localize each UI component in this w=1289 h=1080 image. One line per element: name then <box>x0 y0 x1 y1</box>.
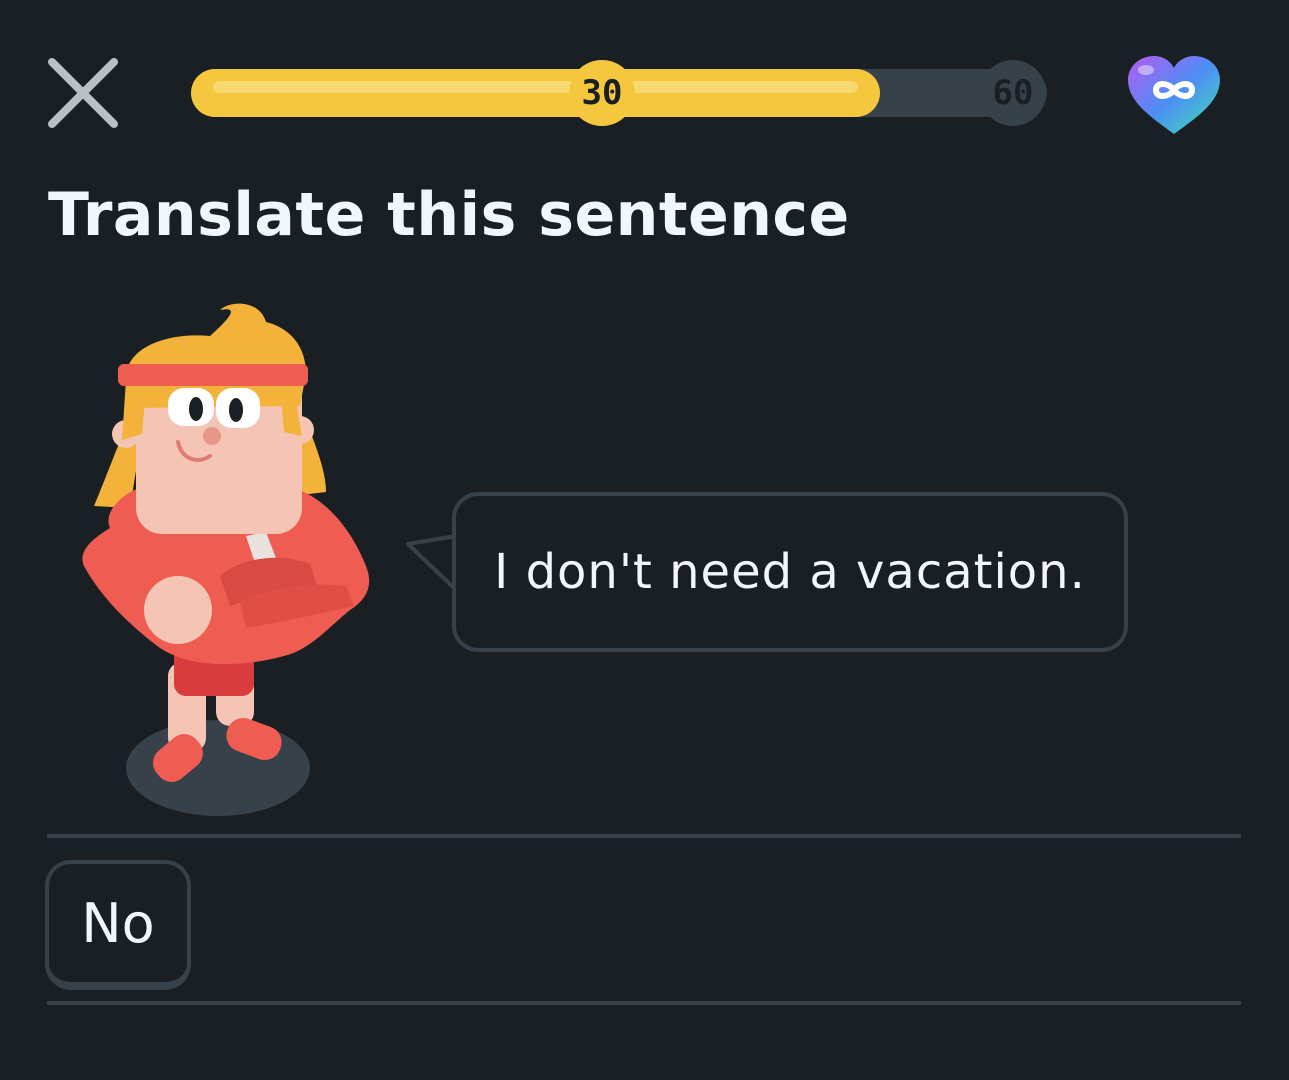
lesson-screen: 30 60 Translate this sentence I don't ne… <box>0 0 1289 1080</box>
page-title: Translate this sentence <box>48 180 850 250</box>
word-tile-label: No <box>81 891 155 955</box>
answer-line-top <box>47 834 1241 838</box>
close-icon <box>48 58 118 128</box>
progress-milestone-60: 60 <box>980 60 1046 126</box>
character-illustration <box>70 296 390 826</box>
milestone-label: 30 <box>581 73 623 113</box>
selected-word-tile[interactable]: No <box>45 860 191 990</box>
lesson-progress-bar: 30 60 <box>191 60 1047 126</box>
progress-highlight <box>213 81 858 93</box>
milestone-label: 60 <box>992 73 1034 113</box>
close-button[interactable] <box>44 54 122 132</box>
character-with-headband-icon <box>82 303 370 816</box>
progress-milestone-30: 30 <box>569 60 635 126</box>
progress-fill <box>191 69 880 117</box>
hearts-button[interactable] <box>1122 52 1226 140</box>
prompt-sentence: I don't need a vacation. <box>494 544 1086 600</box>
speech-bubble[interactable]: I don't need a vacation. <box>452 492 1128 652</box>
answer-line-bottom <box>47 1001 1241 1005</box>
infinite-hearts-icon <box>1128 56 1220 134</box>
